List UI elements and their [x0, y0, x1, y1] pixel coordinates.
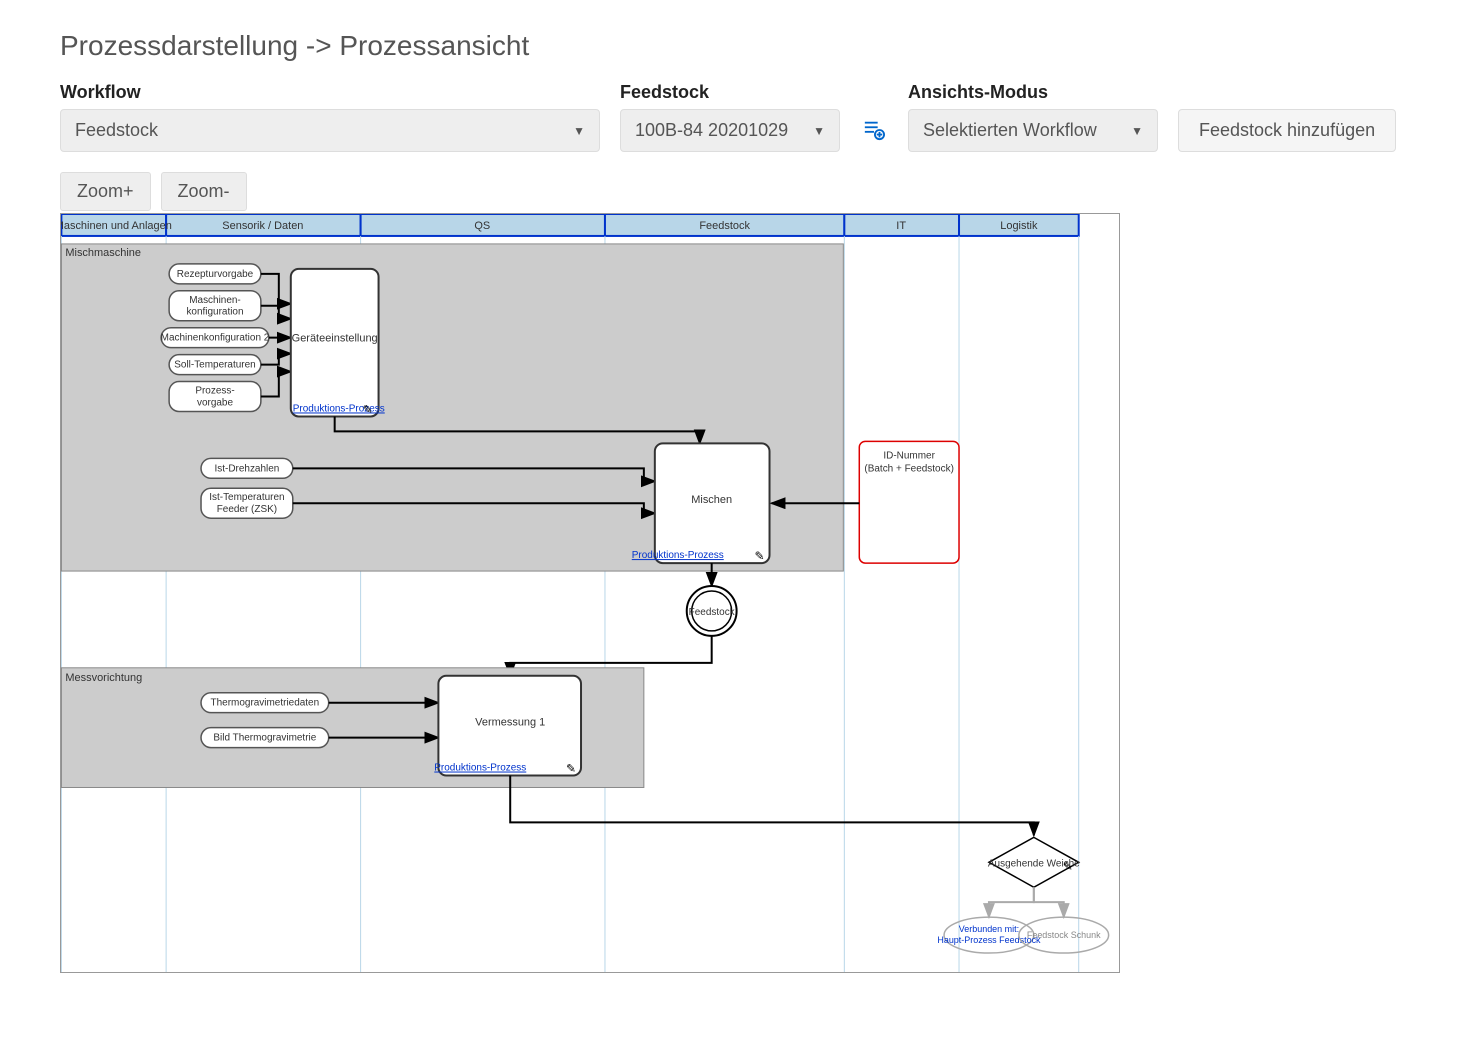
input-rezepturvorgabe-label: Rezepturvorgabe	[177, 269, 254, 280]
input-thermogravimetriedaten-label: Thermogravimetriedaten	[211, 698, 320, 709]
lane-header-logistik: Logistik	[1000, 220, 1038, 232]
workflow-value: Feedstock	[75, 120, 158, 141]
input-ist-temperaturen-label-1: Ist-Temperaturen	[209, 492, 284, 503]
pool-mischmaschine-label: Mischmaschine	[65, 247, 141, 259]
add-feedstock-button[interactable]: Feedstock hinzufügen	[1178, 109, 1396, 152]
process-mischen-label: Mischen	[691, 494, 732, 506]
end-ellipse-1-label1: Verbunden mit:	[959, 924, 1019, 934]
feedstock-value: 100B-84 20201029	[635, 120, 788, 141]
viewmode-dropdown[interactable]: Selektierten Workflow ▼	[908, 109, 1158, 152]
input-maschinenkonfiguration-label-1: Maschinen-	[189, 295, 241, 306]
end-ellipse-2-label: Feedstock Schunk	[1027, 930, 1101, 940]
end-ellipse-1-label2: Haupt-Prozess Feedstock	[937, 935, 1041, 945]
caret-down-icon: ▼	[813, 124, 825, 138]
workflow-dropdown[interactable]: Feedstock ▼	[60, 109, 600, 152]
zoom-in-button[interactable]: Zoom+	[60, 172, 151, 211]
controls-row: Workflow Feedstock ▼ Feedstock 100B-84 2…	[60, 82, 1423, 152]
feedstock-label: Feedstock	[620, 82, 840, 103]
lane-header-machines: Maschinen und Anlagen	[61, 220, 172, 232]
zoom-out-button[interactable]: Zoom-	[161, 172, 247, 211]
input-maschinenkonfiguration-label-2: konfiguration	[186, 307, 243, 318]
lane-header-sensorik: Sensorik / Daten	[222, 220, 303, 232]
caret-down-icon: ▼	[1131, 124, 1143, 138]
input-machinenkonfiguration-2-label: Machinenkonfiguration 2	[161, 333, 270, 344]
process-vermessung-1-label: Vermessung 1	[475, 717, 545, 729]
input-ist-temperaturen-label-2: Feeder (ZSK)	[217, 504, 277, 515]
process-geraeteeinstellung-label: Geräteeinstellung	[292, 333, 378, 345]
lane-header-it: IT	[896, 220, 906, 232]
input-soll-temperaturen-label: Soll-Temperaturen	[174, 360, 255, 371]
process-vermessung-1-link[interactable]: Produktions-Prozess	[434, 763, 526, 774]
edit-icon[interactable]: ✎	[363, 402, 373, 416]
pool-messvorichtung-label: Messvorichtung	[65, 672, 142, 684]
input-prozessvorgabe-label-2: vorgabe	[197, 397, 233, 408]
input-ist-drehzahlen-label: Ist-Drehzahlen	[214, 463, 279, 474]
idbox-line1: ID-Nummer	[883, 450, 935, 461]
input-prozessvorgabe-label-1: Prozess-	[195, 386, 234, 397]
edit-icon[interactable]: ✎	[755, 549, 765, 563]
input-bild-thermogravimetrie-label: Bild Thermogravimetrie	[213, 733, 316, 744]
edit-icon[interactable]: ✎	[566, 762, 576, 776]
viewmode-label: Ansichts-Modus	[908, 82, 1158, 103]
process-mischen-link[interactable]: Produktions-Prozess	[632, 550, 724, 561]
feedstock-dropdown[interactable]: 100B-84 20201029 ▼	[620, 109, 840, 152]
idbox-line2: (Batch + Feedstock)	[864, 463, 953, 474]
workflow-label: Workflow	[60, 82, 600, 103]
page-title: Prozessdarstellung -> Prozessansicht	[60, 30, 1423, 62]
caret-down-icon: ▼	[573, 124, 585, 138]
viewmode-value: Selektierten Workflow	[923, 120, 1097, 141]
diagram-canvas[interactable]: Maschinen und Anlagen Sensorik / Daten Q…	[60, 213, 1120, 973]
lane-header-qs: QS	[474, 220, 490, 232]
zoom-controls: Zoom+ Zoom-	[60, 172, 1423, 211]
edit-icon[interactable]: ✎	[1063, 859, 1073, 873]
list-add-icon[interactable]	[860, 116, 888, 144]
lane-header-feedstock: Feedstock	[699, 220, 750, 232]
feedstock-circle-label: Feedstock	[689, 607, 735, 618]
